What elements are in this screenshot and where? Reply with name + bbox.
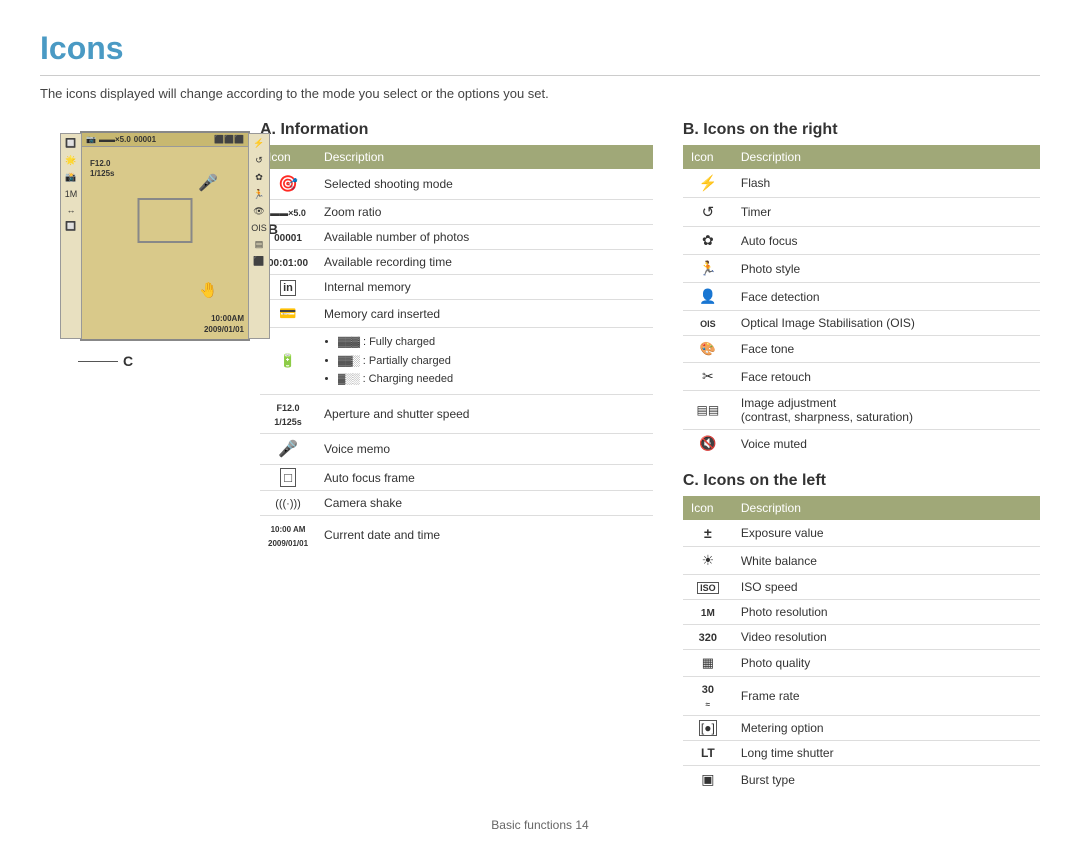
- table-row: 🔇 Voice muted: [683, 430, 1040, 458]
- section-c-table: Icon Description ± Exposure value ☀: [683, 496, 1040, 793]
- tables-section: A. Information Icon Description 🎯 Select…: [260, 121, 1040, 793]
- table-row: 🎤 Voice memo: [260, 434, 653, 465]
- section-a: A. Information Icon Description 🎯 Select…: [260, 121, 653, 793]
- table-row: ▤▤ Image adjustment(contrast, sharpness,…: [683, 391, 1040, 430]
- table-row: ± Exposure value: [683, 520, 1040, 547]
- table-row: F12.01/125s Aperture and shutter speed: [260, 395, 653, 434]
- table-row: 🏃 Photo style: [683, 255, 1040, 283]
- table-row: 💳 Memory card inserted: [260, 300, 653, 328]
- camera-right-strip: ⚡ ↺ ✿ 🏃 👁 OIS ▤ ⬛: [248, 133, 270, 339]
- col-desc-header-b: Description: [733, 145, 1040, 169]
- table-row: □ Auto focus frame: [260, 465, 653, 491]
- section-b-title: B. Icons on the right: [683, 121, 1040, 139]
- section-b-table: Icon Description ⚡ Flash ↺ Timer: [683, 145, 1040, 457]
- col-icon-header-b: Icon: [683, 145, 733, 169]
- page-title: Icons: [40, 30, 1040, 76]
- camera-mic-icon: 🎤: [198, 173, 218, 193]
- table-row: OIS Optical Image Stabilisation (OIS): [683, 311, 1040, 336]
- table-row: 00001 Available number of photos: [260, 225, 653, 250]
- label-c-container: C: [78, 353, 133, 369]
- table-row: ▬▬×5.0 Zoom ratio: [260, 200, 653, 225]
- camera-screen: 🔲 🌟 📸 1M ↔ 🔲 ⚡ ↺ ✿ 🏃 👁 OIS ▤ ⬛: [80, 131, 250, 341]
- page-footer: Basic functions 14: [40, 813, 1040, 832]
- table-row: ▦ Photo quality: [683, 650, 1040, 677]
- camera-left-strip: 🔲 🌟 📸 1M ↔ 🔲: [60, 133, 82, 339]
- table-row: 00:01:00 Available recording time: [260, 250, 653, 275]
- camera-diagram: A B 🔲 🌟 📸 1M ↔ 🔲 ⚡: [40, 121, 240, 793]
- camera-top-bar: 📷 ▬▬×5.0 00001 ⬛⬛⬛: [82, 133, 248, 147]
- camera-fstop: F12.0 1/125s: [90, 159, 114, 180]
- table-row: 30≈ Frame rate: [683, 677, 1040, 716]
- table-row: ↺ Timer: [683, 198, 1040, 227]
- table-row: 🎯 Selected shooting mode: [260, 169, 653, 200]
- table-row: 10:00 AM2009/01/01 Current date and time: [260, 516, 653, 555]
- section-a-table: Icon Description 🎯 Selected shooting mod…: [260, 145, 653, 555]
- table-row: 🎨 Face tone: [683, 336, 1040, 363]
- table-row: LT Long time shutter: [683, 741, 1040, 766]
- camera-shake-icon: 🤚: [199, 281, 218, 299]
- col-desc-header-a: Description: [316, 145, 653, 169]
- table-row: ⚡ Flash: [683, 169, 1040, 198]
- camera-datetime: 10:00AM 2009/01/01: [204, 313, 244, 335]
- label-c: C: [123, 353, 133, 369]
- table-row: ▣ Burst type: [683, 766, 1040, 794]
- col-desc-header-c: Description: [733, 496, 1040, 520]
- section-c-title: C. Icons on the left: [683, 472, 1040, 490]
- table-row: ✂ Face retouch: [683, 363, 1040, 391]
- table-row: ✿ Auto focus: [683, 227, 1040, 255]
- table-row: [●] Metering option: [683, 716, 1040, 741]
- col-icon-header-c: Icon: [683, 496, 733, 520]
- table-row: 1M Photo resolution: [683, 600, 1040, 625]
- section-a-title: A. Information: [260, 121, 653, 139]
- table-row: 👤 Face detection: [683, 283, 1040, 311]
- section-b: B. Icons on the right Icon Description ⚡…: [683, 121, 1040, 793]
- section-c: C. Icons on the left Icon Description ± …: [683, 472, 1040, 793]
- table-row: ☀ White balance: [683, 547, 1040, 575]
- camera-focus-frame: [138, 198, 193, 243]
- table-row: in Internal memory: [260, 275, 653, 300]
- table-row battery-row: 🔋 ▓▓▓ : Fully charged ▓▓░ : Partially ch…: [260, 328, 653, 395]
- table-row: ISO ISO speed: [683, 575, 1040, 600]
- table-row: 320 Video resolution: [683, 625, 1040, 650]
- page-subtitle: The icons displayed will change accordin…: [40, 86, 1040, 101]
- table-row: (((·))) Camera shake: [260, 491, 653, 516]
